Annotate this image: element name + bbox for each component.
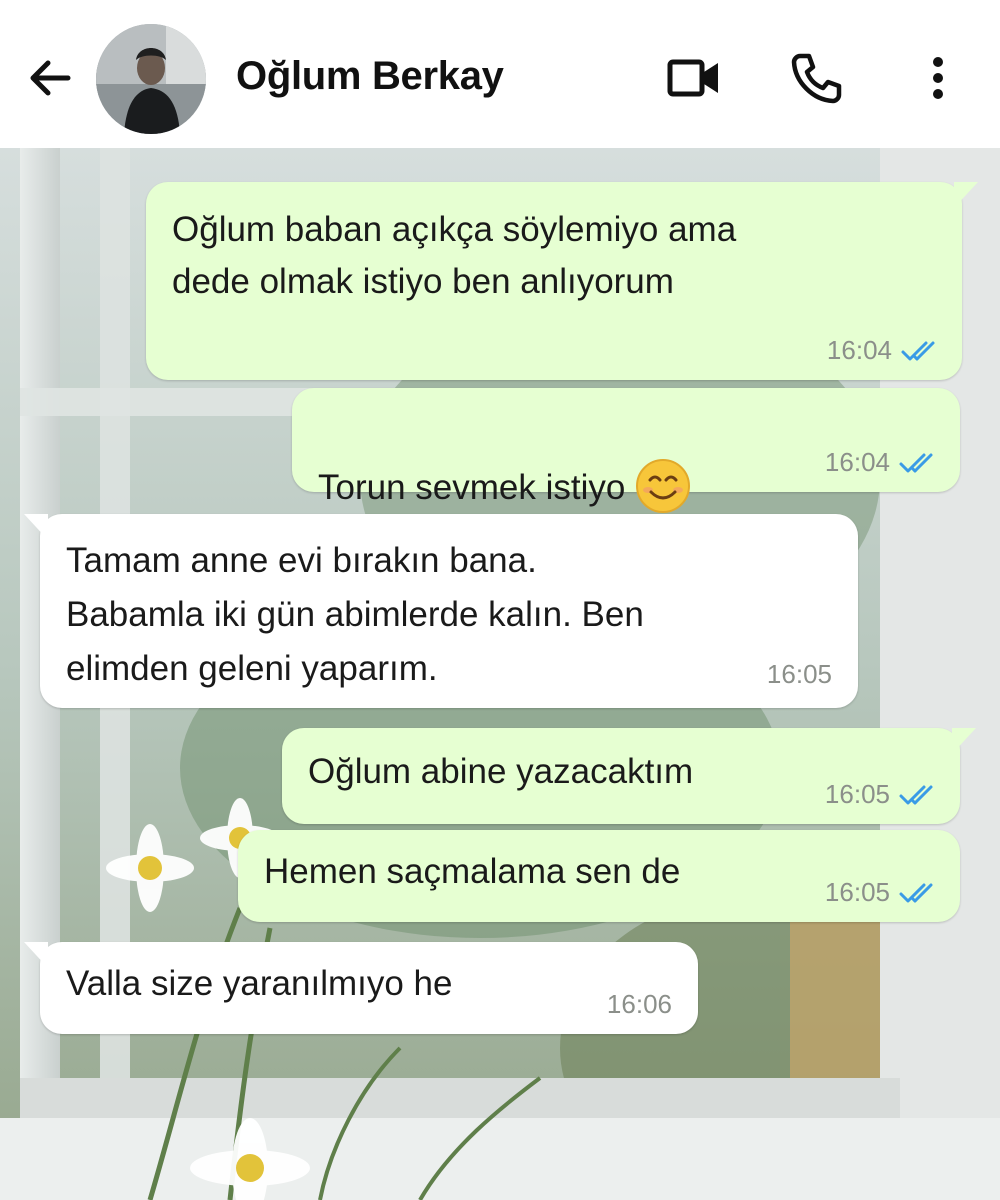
message-time: 16:04 <box>824 447 890 477</box>
message-meta: 16:05 <box>825 877 940 908</box>
video-call-icon <box>667 59 718 97</box>
back-button[interactable] <box>22 50 78 106</box>
message-meta: 16:05 <box>767 659 832 690</box>
double-check-icon <box>899 785 933 804</box>
voice-call-button[interactable] <box>786 48 846 108</box>
message-text: Hemen saçmalama sen de <box>264 852 681 891</box>
message-bubble-outgoing[interactable]: Hemen saçmalama sen de 16:05 <box>238 830 960 922</box>
message-text: Oğlum abine yazacaktım <box>308 752 694 791</box>
bubble-tail <box>954 182 978 208</box>
smiling-face-icon <box>636 458 691 513</box>
message-text: Tamam anne evi bırakın bana. Babamla iki… <box>66 541 644 688</box>
message-text: Oğlum baban açıkça söylemiyo ama dede ol… <box>172 210 737 301</box>
more-vertical-icon <box>933 57 943 99</box>
contact-avatar[interactable] <box>96 24 206 134</box>
contact-name[interactable]: Oğlum Berkay <box>236 54 504 99</box>
message-bubble-incoming[interactable]: Valla size yaranılmıyo he 16:06 <box>24 942 698 1034</box>
double-check-icon <box>901 341 935 360</box>
bubble-tail <box>24 514 48 540</box>
message-text: Valla size yaranılmıyo he <box>66 964 453 1003</box>
message-meta: 16:04 <box>827 335 942 366</box>
message-time: 16:05 <box>766 659 832 689</box>
bubble-tail <box>24 942 48 968</box>
video-call-button[interactable] <box>664 48 724 108</box>
message-text-content: Torun sevmek istiyo <box>318 468 626 507</box>
message-meta: 16:05 <box>825 779 940 810</box>
person-photo <box>96 24 206 134</box>
phone-icon <box>791 53 842 104</box>
message-time: 16:04 <box>826 335 892 365</box>
message-text: Torun sevmek istiyo <box>318 410 691 514</box>
message-time: 16:06 <box>606 989 672 1019</box>
message-time: 16:05 <box>824 877 890 907</box>
double-check-icon <box>899 883 933 902</box>
message-meta: 16:04 <box>825 447 940 478</box>
message-time: 16:05 <box>824 779 890 809</box>
message-bubble-incoming[interactable]: Tamam anne evi bırakın bana. Babamla iki… <box>24 514 858 708</box>
chat-area[interactable]: Oğlum baban açıkça söylemiyo ama dede ol… <box>0 148 1000 1200</box>
bubble-tail <box>952 728 976 754</box>
message-bubble-outgoing[interactable]: Oğlum abine yazacaktım 16:05 <box>282 728 976 824</box>
chat-header: Oğlum Berkay <box>0 0 1000 148</box>
arrow-left-icon <box>30 60 71 96</box>
message-bubble-outgoing[interactable]: Oğlum baban açıkça söylemiyo ama dede ol… <box>146 182 978 380</box>
double-check-icon <box>899 453 933 472</box>
more-options-button[interactable] <box>910 48 966 108</box>
message-meta: 16:06 <box>607 989 672 1020</box>
message-bubble-outgoing[interactable]: Torun sevmek istiyo 16:04 <box>292 388 960 513</box>
